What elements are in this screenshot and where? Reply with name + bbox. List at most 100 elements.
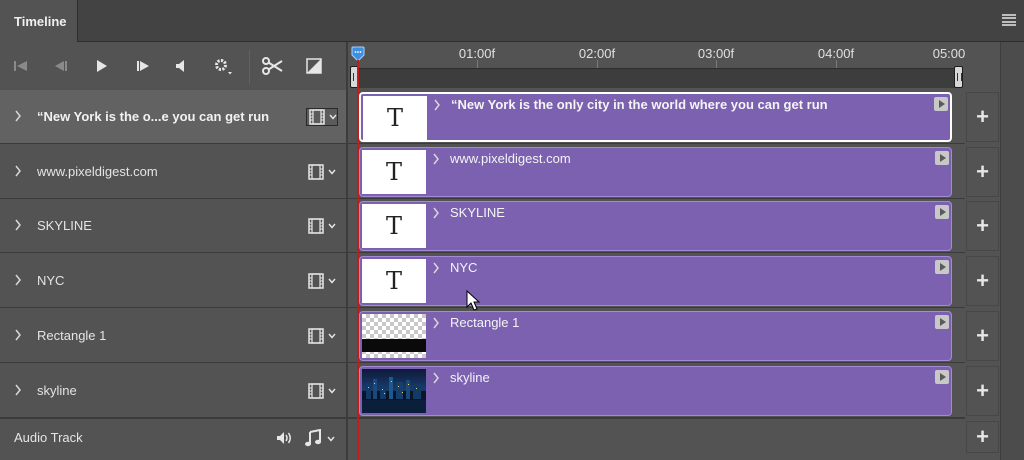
text-layer-thumbnail: T	[362, 150, 426, 194]
text-layer-thumbnail: T	[363, 96, 427, 140]
playhead-handle[interactable]	[351, 46, 365, 62]
add-media-button[interactable]: +	[966, 256, 999, 306]
volume-icon[interactable]	[276, 431, 294, 445]
add-media-button[interactable]: +	[966, 366, 999, 416]
layer-options-dropdown[interactable]	[306, 217, 338, 235]
hamburger-menu-icon[interactable]	[1002, 14, 1016, 26]
chevron-down-icon	[328, 333, 336, 339]
clip-expand-chevron-icon[interactable]	[432, 372, 440, 384]
film-strip-icon	[308, 328, 324, 344]
layer-row[interactable]: NYC	[0, 254, 346, 308]
tab-timeline[interactable]: Timeline	[0, 0, 78, 42]
chevron-down-icon	[328, 223, 336, 229]
ruler-label: 03:00f	[697, 46, 735, 61]
layer-options-dropdown[interactable]	[306, 382, 338, 400]
timeline-clip[interactable]: T SKYLINE	[359, 201, 952, 251]
clip-label: “New York is the only city in the world …	[451, 97, 828, 112]
scissors-icon	[262, 57, 283, 75]
clip-expand-chevron-icon[interactable]	[432, 317, 440, 329]
step-back-icon	[55, 61, 67, 71]
timeline-clip[interactable]: Rectangle 1	[359, 311, 952, 361]
transport-toolbar	[0, 42, 346, 90]
previous-frame-button[interactable]	[50, 56, 72, 76]
add-media-button[interactable]: +	[966, 201, 999, 251]
clip-expand-chevron-icon[interactable]	[432, 207, 440, 219]
panel-header: Timeline	[0, 0, 1024, 42]
add-media-button[interactable]: +	[966, 92, 999, 142]
clip-expand-chevron-icon[interactable]	[432, 153, 440, 165]
layer-name: skyline	[37, 383, 77, 398]
clip-label: NYC	[450, 260, 478, 275]
ruler-label: 04:00f	[817, 46, 855, 61]
layer-name: SKYLINE	[37, 218, 92, 233]
work-area-start-handle[interactable]	[350, 66, 359, 88]
layer-row[interactable]: skyline	[0, 364, 346, 418]
text-glyph: T	[385, 158, 402, 186]
text-glyph: T	[385, 212, 402, 240]
timeline-clip[interactable]: skyline	[359, 366, 952, 416]
add-audio-button[interactable]: +	[966, 421, 999, 453]
film-strip-icon	[308, 218, 324, 234]
expand-chevron-icon[interactable]	[14, 274, 22, 286]
clip-expand-chevron-icon[interactable]	[432, 262, 440, 274]
split-at-playhead-button[interactable]	[260, 56, 284, 76]
layer-options-dropdown[interactable]	[306, 163, 338, 181]
playback-settings-button[interactable]	[212, 56, 234, 76]
transition-button[interactable]	[303, 56, 325, 76]
clip-label: skyline	[450, 370, 490, 385]
toolbar-divider	[249, 50, 250, 84]
clip-options-arrow-icon[interactable]	[935, 205, 949, 219]
layer-options-dropdown[interactable]	[306, 327, 338, 345]
rectangle-layer-thumbnail	[362, 314, 426, 358]
film-strip-icon	[309, 109, 325, 125]
timeline-clip[interactable]: Twww.pixeldigest.com	[359, 147, 952, 197]
clip-options-arrow-icon[interactable]	[934, 97, 948, 111]
clip-expand-chevron-icon[interactable]	[433, 99, 441, 111]
go-to-first-frame-button[interactable]	[10, 56, 32, 76]
timeline-clip[interactable]: T “New York is the only city in the world…	[359, 92, 952, 142]
audio-track-label: Audio Track	[14, 430, 83, 445]
add-media-button[interactable]: +	[966, 311, 999, 361]
audio-options-dropdown[interactable]	[304, 429, 338, 447]
clip-label: SKYLINE	[450, 205, 505, 220]
film-strip-icon	[308, 164, 324, 180]
add-media-button[interactable]: +	[966, 147, 999, 197]
expand-chevron-icon[interactable]	[14, 165, 22, 177]
audio-track-lane[interactable]	[348, 418, 965, 456]
timeline-clip[interactable]: T NYC	[359, 256, 952, 306]
expand-chevron-icon[interactable]	[14, 329, 22, 341]
expand-chevron-icon[interactable]	[14, 110, 22, 122]
expand-chevron-icon[interactable]	[14, 384, 22, 396]
ruler-label: 01:00f	[458, 46, 496, 61]
layer-options-dropdown[interactable]	[306, 108, 338, 126]
expand-chevron-icon[interactable]	[14, 219, 22, 231]
layer-row[interactable]: SKYLINE	[0, 199, 346, 253]
text-layer-thumbnail: T	[362, 259, 426, 303]
play-button[interactable]	[91, 56, 113, 76]
clip-options-arrow-icon[interactable]	[935, 260, 949, 274]
playhead-marker-icon	[351, 46, 365, 62]
layer-row[interactable]: www.pixeldigest.com	[0, 145, 346, 199]
gear-icon	[215, 59, 232, 75]
chevron-down-icon	[328, 278, 336, 284]
clip-options-arrow-icon[interactable]	[935, 151, 949, 165]
work-area-end-handle[interactable]	[954, 66, 963, 88]
film-strip-icon	[308, 273, 324, 289]
photo-layer-thumbnail	[362, 369, 426, 413]
clip-options-arrow-icon[interactable]	[935, 370, 949, 384]
work-area-bar[interactable]	[354, 68, 959, 88]
text-layer-thumbnail: T	[362, 204, 426, 248]
film-strip-icon	[308, 383, 324, 399]
ruler-label: 05:00	[932, 46, 966, 61]
next-frame-button[interactable]	[132, 56, 154, 76]
layer-row[interactable]: “New York is the o...e you can get run	[0, 90, 346, 144]
audio-track-row[interactable]: Audio Track	[0, 418, 346, 456]
layer-name: www.pixeldigest.com	[37, 164, 158, 179]
layer-name: Rectangle 1	[37, 328, 107, 343]
time-ruler[interactable]: 01:00f 02:00f 03:00f 04:00f 05:00	[348, 42, 965, 90]
layer-row[interactable]: Rectangle 1	[0, 309, 346, 363]
chevron-down-icon	[329, 114, 337, 120]
clip-options-arrow-icon[interactable]	[935, 315, 949, 329]
layer-options-dropdown[interactable]	[306, 272, 338, 290]
mute-audio-button[interactable]	[170, 56, 192, 76]
